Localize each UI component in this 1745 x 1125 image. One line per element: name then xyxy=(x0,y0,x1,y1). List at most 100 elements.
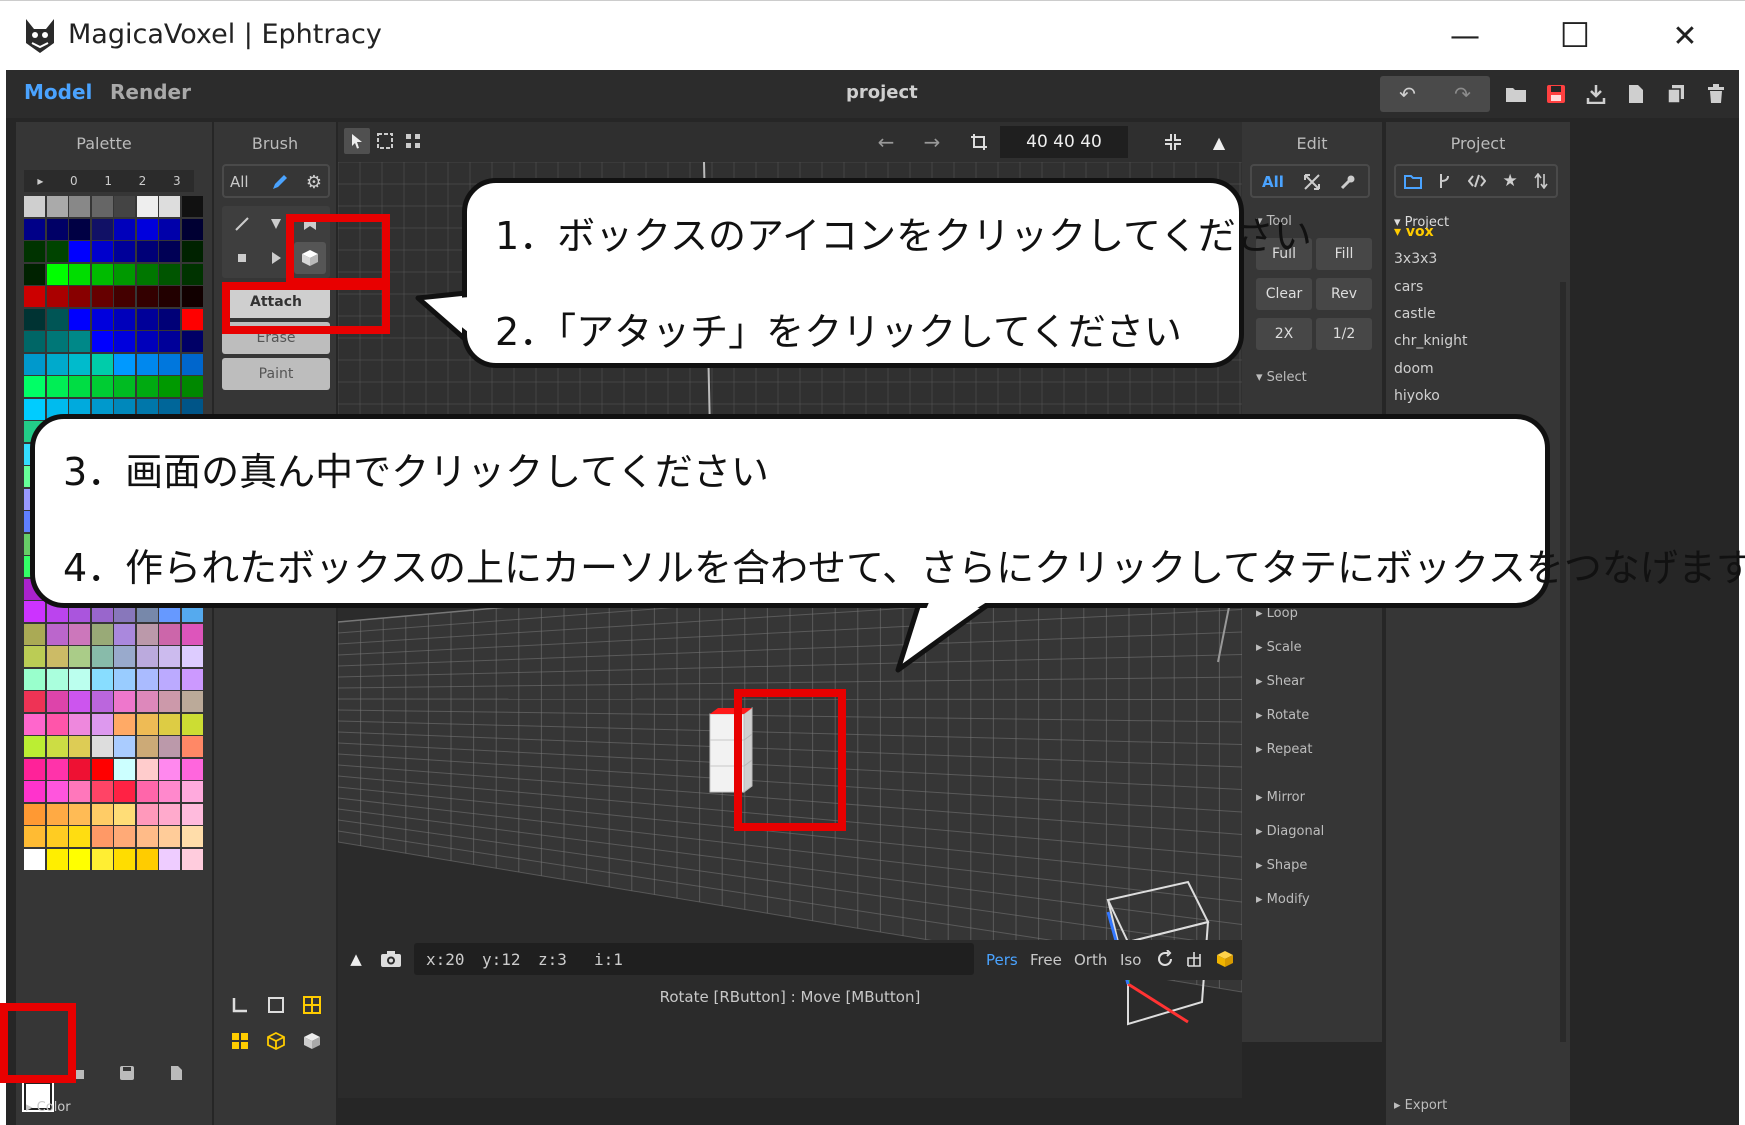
palette-swatch[interactable] xyxy=(46,241,68,262)
palette-swatch[interactable] xyxy=(181,781,203,802)
palette-swatch[interactable] xyxy=(114,668,135,690)
palette-swatch[interactable] xyxy=(69,623,90,645)
download-icon[interactable] xyxy=(1578,78,1614,110)
palette-swatch[interactable] xyxy=(136,781,158,802)
shrink-icon[interactable] xyxy=(1158,128,1188,156)
palette-swatch[interactable] xyxy=(181,218,203,240)
edit-section-toggle[interactable]: ▸ Rotate xyxy=(1256,708,1309,723)
palette-swatch[interactable] xyxy=(159,623,180,645)
palette-swatch[interactable] xyxy=(114,691,135,712)
palette-swatch[interactable] xyxy=(69,241,90,262)
palette-swatch[interactable] xyxy=(91,646,113,667)
palette-page-2[interactable]: 2 xyxy=(139,174,147,188)
palette-swatch[interactable] xyxy=(181,241,203,262)
palette-swatch[interactable] xyxy=(69,376,90,397)
arrow-left-icon[interactable]: ← xyxy=(868,128,904,156)
palette-swatch[interactable] xyxy=(91,758,113,780)
palette-swatch[interactable] xyxy=(181,376,203,397)
palette-swatch[interactable] xyxy=(181,623,203,645)
palette-swatch[interactable] xyxy=(181,803,203,825)
palette-swatch[interactable] xyxy=(114,758,135,780)
palette-swatch[interactable] xyxy=(24,308,45,330)
palette-swatch[interactable] xyxy=(91,218,113,240)
palette-swatch[interactable] xyxy=(91,376,113,397)
open-folder-icon[interactable] xyxy=(1498,78,1534,110)
palette-swatch[interactable] xyxy=(46,781,68,802)
trash-icon[interactable] xyxy=(1698,78,1734,110)
project-file-item[interactable]: castle xyxy=(1394,306,1436,322)
palette-swatch[interactable] xyxy=(159,781,180,802)
palette-swatch[interactable] xyxy=(24,691,45,712)
crop-icon[interactable] xyxy=(964,128,994,156)
palette-swatch[interactable] xyxy=(114,376,135,397)
brush-filter-all[interactable]: All xyxy=(230,173,249,191)
palette-swatch[interactable] xyxy=(46,263,68,285)
palette-swatch[interactable] xyxy=(114,623,135,645)
palette-swatch[interactable] xyxy=(114,331,135,352)
new-file-icon[interactable] xyxy=(1618,78,1654,110)
palette-swatch[interactable] xyxy=(91,781,113,802)
palette-swatch[interactable] xyxy=(159,668,180,690)
palette-grid[interactable] xyxy=(24,196,204,1078)
palette-swatch[interactable] xyxy=(24,398,45,420)
palette-swatch[interactable] xyxy=(159,331,180,352)
palette-swatch[interactable] xyxy=(181,646,203,667)
marquee-select-icon[interactable] xyxy=(372,128,398,154)
palette-swatch[interactable] xyxy=(159,646,180,667)
palette-swatch[interactable] xyxy=(114,826,135,847)
palette-swatch[interactable] xyxy=(136,691,158,712)
palette-swatch[interactable] xyxy=(114,308,135,330)
palette-swatch[interactable] xyxy=(24,826,45,847)
palette-swatch[interactable] xyxy=(136,241,158,262)
copy-icon[interactable] xyxy=(1658,78,1694,110)
project-file-item[interactable]: ▾ vox xyxy=(1394,224,1434,240)
project-file-item[interactable]: chr_knight xyxy=(1394,333,1467,349)
palette-swatch[interactable] xyxy=(24,218,45,240)
palette-swatch[interactable] xyxy=(114,353,135,375)
palette-swatch[interactable] xyxy=(91,623,113,645)
edit-section-toggle[interactable]: ▸ Shear xyxy=(1256,674,1304,689)
grid-icon[interactable] xyxy=(302,996,321,1014)
paint-mode-button[interactable]: Paint xyxy=(222,358,330,390)
palette-swatch[interactable] xyxy=(69,781,90,802)
palette-swatch[interactable] xyxy=(136,286,158,307)
palette-swatch[interactable] xyxy=(159,308,180,330)
palette-swatch[interactable] xyxy=(114,263,135,285)
voxel-view-icon[interactable] xyxy=(1212,946,1238,972)
palette-swatch[interactable] xyxy=(136,218,158,240)
palette-swatch[interactable] xyxy=(91,196,113,217)
palette-swatch[interactable] xyxy=(136,803,158,825)
palette-swatch[interactable] xyxy=(136,713,158,735)
palette-new-icon[interactable] xyxy=(170,1065,183,1081)
palette-swatch[interactable] xyxy=(24,736,45,757)
palette-swatch[interactable] xyxy=(114,848,135,870)
palette-swatch[interactable] xyxy=(69,331,90,352)
redo-icon[interactable]: ↷ xyxy=(1435,76,1490,112)
palette-swatch[interactable] xyxy=(114,713,135,735)
palette-swatch[interactable] xyxy=(46,848,68,870)
view-iso[interactable]: Iso xyxy=(1120,951,1141,969)
palette-swatch[interactable] xyxy=(159,218,180,240)
palette-swatch[interactable] xyxy=(46,331,68,352)
palette-swatch[interactable] xyxy=(114,196,135,217)
export-section-toggle[interactable]: ▸ Export xyxy=(1394,1098,1447,1113)
palette-swatch[interactable] xyxy=(91,353,113,375)
maximize-button[interactable]: ☐ xyxy=(1535,11,1615,61)
palette-swatch[interactable] xyxy=(46,218,68,240)
arrow-right-icon[interactable]: → xyxy=(914,128,950,156)
palette-swatch[interactable] xyxy=(181,353,203,375)
palette-swatch[interactable] xyxy=(24,196,45,217)
view-pers[interactable]: Pers xyxy=(986,951,1018,969)
project-scrollbar[interactable] xyxy=(1560,282,1566,1042)
line-brush-icon[interactable] xyxy=(226,208,258,240)
tab-model[interactable]: Model xyxy=(24,80,92,104)
camera-icon[interactable] xyxy=(376,944,406,974)
palette-swatch[interactable] xyxy=(46,376,68,397)
palette-swatch[interactable] xyxy=(91,308,113,330)
palette-swatch[interactable] xyxy=(91,263,113,285)
palette-swatch[interactable] xyxy=(69,353,90,375)
palette-swatch[interactable] xyxy=(136,646,158,667)
palette-swatch[interactable] xyxy=(181,713,203,735)
view-orth[interactable]: Orth xyxy=(1074,951,1107,969)
palette-swatch[interactable] xyxy=(24,601,45,622)
